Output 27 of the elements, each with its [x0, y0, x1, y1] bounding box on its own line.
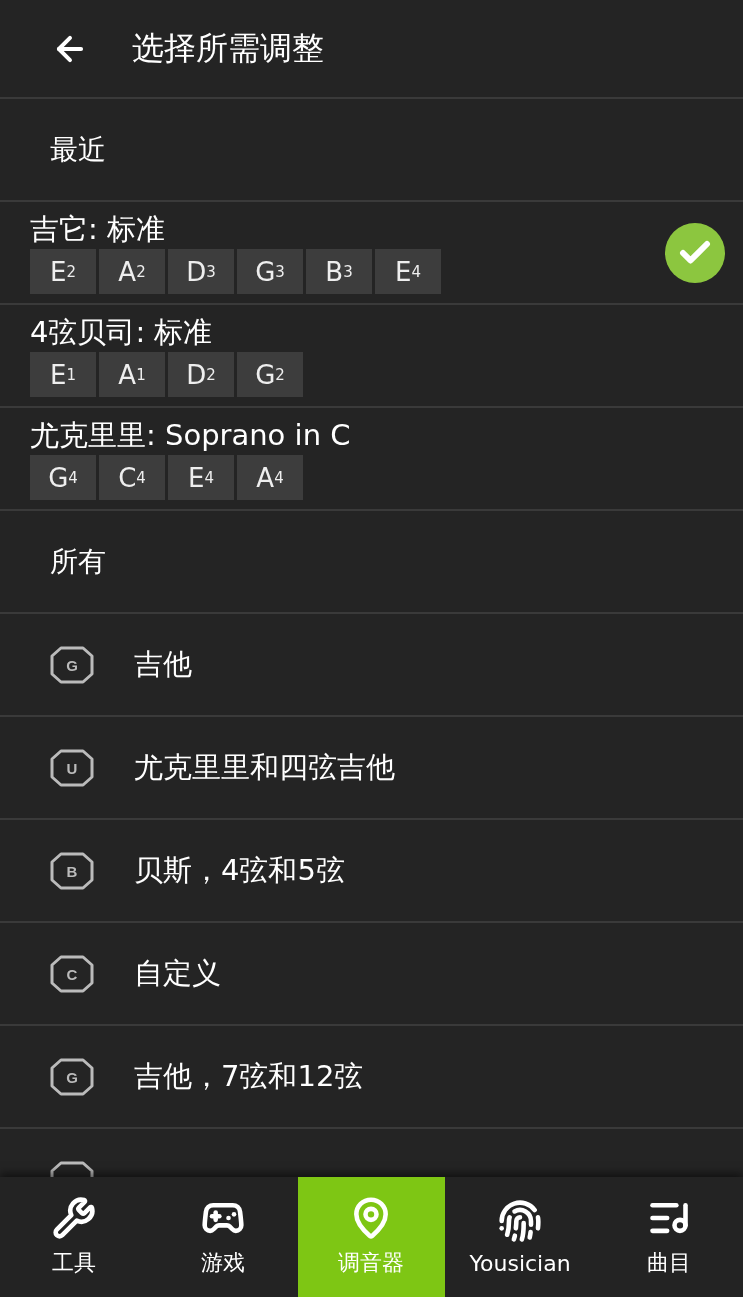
tuning-name: 吉它: 标准	[30, 211, 166, 247]
section-heading: 最近	[0, 99, 743, 202]
category-item[interactable]: U 尤克里里和四弦吉他	[0, 717, 743, 820]
hexagon-icon: B	[50, 851, 94, 890]
tuning-name: 尤克里里: Soprano in C	[30, 417, 352, 453]
nav-tab[interactable]: 工具	[1, 1177, 148, 1297]
hexagon-icon: G	[50, 1057, 94, 1096]
tuning-name: 4弦贝司: 标准	[30, 314, 214, 350]
nav-tab[interactable]: 游戏	[149, 1177, 297, 1297]
page-title: 选择所需调整	[132, 27, 324, 69]
hexagon-icon: G	[50, 645, 94, 684]
category-label: 尤克里里和四弦吉他	[134, 748, 395, 786]
category-item[interactable]: B 贝斯，4弦和5弦	[0, 820, 743, 923]
nav-tab[interactable]: 曲目	[595, 1177, 742, 1297]
hexagon-icon: C	[50, 954, 94, 993]
category-label: 吉他，7弦和12弦	[134, 1057, 364, 1095]
section-heading: 所有	[0, 511, 743, 614]
category-item[interactable]: G 吉他	[0, 614, 743, 717]
category-item[interactable]: G 吉他，7弦和12弦	[0, 1026, 743, 1129]
nav-tab[interactable]: Yousician	[446, 1177, 594, 1297]
category-label: 贝斯，4弦和5弦	[134, 851, 345, 889]
hexagon-icon: U	[50, 748, 94, 787]
fingerprint-icon	[498, 1198, 543, 1243]
wrench-icon	[52, 1196, 97, 1240]
category-label: 吉他	[134, 645, 192, 683]
category-item[interactable]: C 自定义	[0, 923, 743, 1026]
category-label: 自定义	[134, 954, 221, 992]
